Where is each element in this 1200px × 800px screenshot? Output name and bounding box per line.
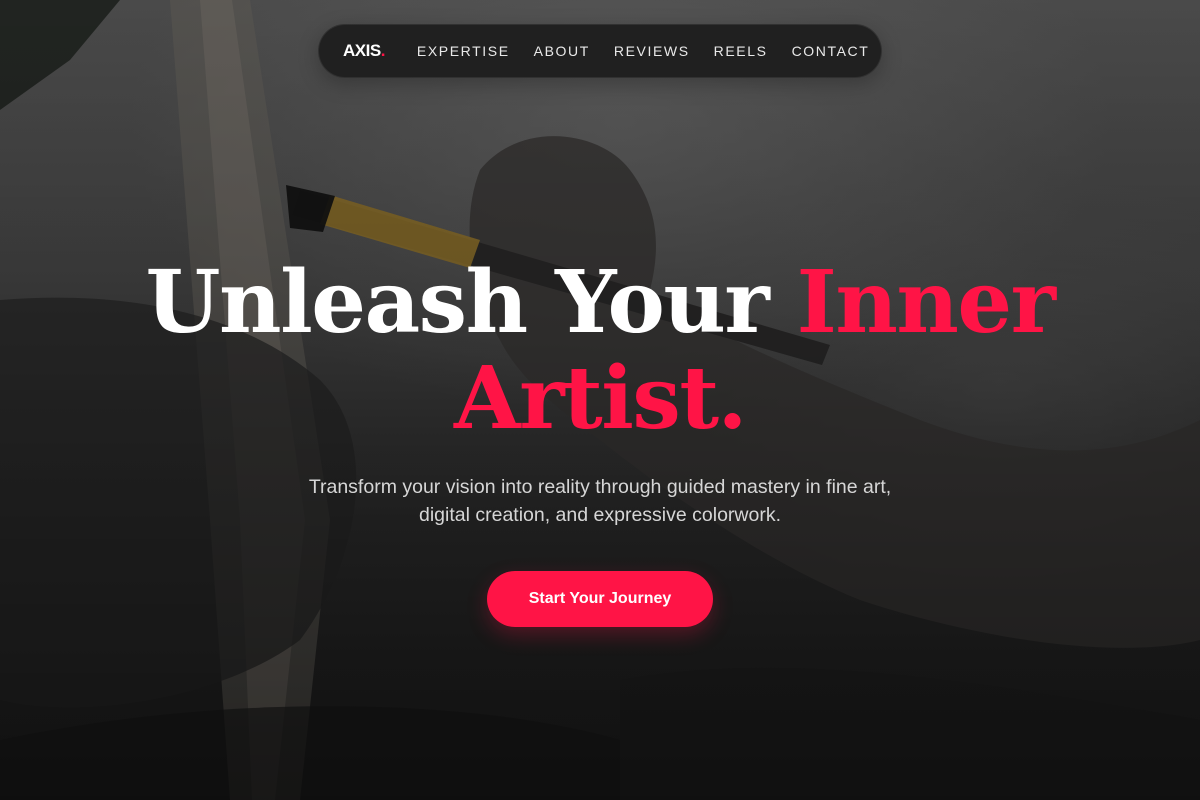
brand-logo-dot: .	[380, 41, 386, 60]
hero-subtitle-line-1: Transform your vision into reality throu…	[308, 476, 892, 498]
brand-logo[interactable]: AXIS.	[343, 41, 385, 61]
hero-headline: Unleash Your Inner Artist.	[0, 255, 1200, 447]
hero-subtitle: Transform your vision into reality throu…	[250, 473, 950, 529]
nav-links: EXPERTISE ABOUT REVIEWS REELS CONTACT	[417, 43, 869, 59]
nav-link-reviews[interactable]: REVIEWS	[614, 43, 690, 59]
hero-headline-accent-1: Inner	[796, 252, 1056, 353]
nav-link-expertise[interactable]: EXPERTISE	[417, 43, 510, 59]
hero-subtitle-line-2: digital creation, and expressive colorwo…	[418, 504, 781, 526]
brand-logo-text: AXIS	[343, 41, 381, 60]
hero-headline-accent-2: Artist.	[453, 348, 748, 449]
nav-link-about[interactable]: ABOUT	[534, 43, 590, 59]
hero-section: Unleash Your Inner Artist. Transform you…	[0, 255, 1200, 627]
start-journey-button[interactable]: Start Your Journey	[487, 571, 713, 627]
top-navigation-bar: AXIS. EXPERTISE ABOUT REVIEWS REELS CONT…	[318, 24, 882, 78]
nav-link-reels[interactable]: REELS	[714, 43, 768, 59]
hero-headline-part1: Unleash Your	[145, 252, 797, 353]
nav-link-contact[interactable]: CONTACT	[792, 43, 870, 59]
